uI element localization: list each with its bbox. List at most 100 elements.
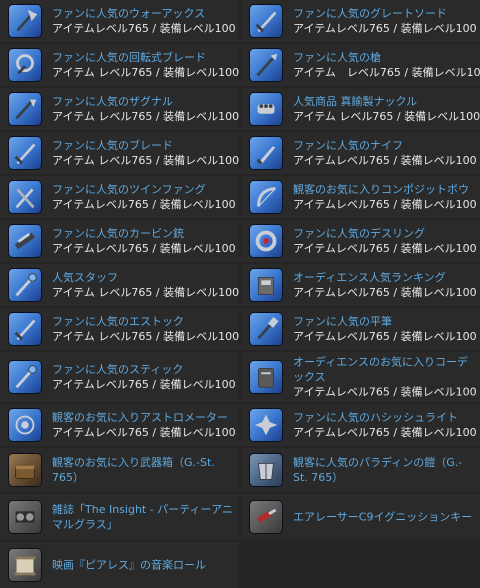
- brush-icon: [249, 312, 283, 346]
- item-text: 人気スタッフアイテム レベル765 / 装備レベル100: [52, 270, 239, 300]
- circular-blade-icon: [8, 48, 42, 82]
- item-text: ファンに人気のカービン銃 アイテムレベル765 / 装備レベル100: [52, 226, 236, 256]
- item-cell[interactable]: ファンに人気のハシッシュライトアイテムレベル765 / 装備レベル100: [241, 404, 480, 446]
- item-name: 映画『ピアレス』の音楽ロール: [52, 558, 206, 572]
- item-text: ファンに人気のグレートソードアイテムレベル765 / 装備レベル100: [293, 6, 477, 36]
- item-name: ファンに人気の平筆: [293, 315, 392, 328]
- item-level-detail: アイテム レベル765 / 装備レベル100: [293, 66, 480, 79]
- item-text: 観客に人気のパラディンの鎧（G.-St. 765）: [293, 455, 476, 485]
- item-text: 観客のお気に入り武器箱（G.-St. 765）: [52, 455, 235, 485]
- twin-fangs-icon: [8, 180, 42, 214]
- item-level-detail: アイテムレベル765 / 装備レベル100: [293, 426, 477, 439]
- item-name: ファンに人気のエストック: [52, 315, 184, 328]
- item-text: ファンに人気の槍アイテム レベル765 / 装備レベル100: [293, 50, 480, 80]
- scroll-icon: [8, 548, 42, 582]
- item-cell[interactable]: ファンに人気のナイフアイテムレベル765 / 装備レベル100: [241, 132, 480, 174]
- item-level-detail: アイテムレベル765 / 装備レベル100: [293, 198, 477, 211]
- hashish-light-icon: [249, 408, 283, 442]
- item-name: ファンに人気のハシッシュライト: [293, 411, 458, 424]
- item-cell[interactable]: 観客のお気に入り武器箱（G.-St. 765）: [0, 448, 239, 492]
- item-cell[interactable]: 映画『ピアレス』の音楽ロール: [0, 542, 239, 588]
- item-text: ファンに人気のツインファング アイテムレベル765 / 装備レベル100: [52, 182, 236, 212]
- item-name: 観客のお気に入りコンポジットボウ: [293, 183, 469, 196]
- item-cell[interactable]: エアレーサーC9イグニッションキー: [241, 494, 480, 540]
- stick-icon: [8, 360, 42, 394]
- item-level-detail: アイテムレベル765 / 装備レベル100: [52, 426, 236, 439]
- item-name: ファンに人気のカービン銃: [52, 227, 184, 240]
- audience-ranking-icon: [249, 268, 283, 302]
- item-level-detail: アイテムレベル765 / 装備レベル100: [52, 378, 236, 391]
- knuckles-icon: [249, 92, 283, 126]
- item-name: オーディエンスのお気に入りコーデックス: [293, 355, 469, 384]
- item-cell[interactable]: ファンに人気のツインファング アイテムレベル765 / 装備レベル100: [0, 176, 239, 218]
- item-cell[interactable]: 観客に人気のパラディンの鎧（G.-St. 765）: [241, 448, 480, 492]
- item-name: 雑誌「The Insight - パーティーアニマルグラス」: [52, 503, 233, 531]
- item-name: ファンに人気のブレード: [52, 139, 173, 152]
- item-grid: ファンに人気のウォーアックスアイテムレベル765 / 装備レベル100 ファンに…: [0, 0, 480, 588]
- item-cell[interactable]: 観客のお気に入りコンポジットボウ アイテムレベル765 / 装備レベル100: [241, 176, 480, 218]
- item-cell[interactable]: 人気商品 真鍮製ナックル アイテム レベル765 / 装備レベル100: [241, 88, 480, 130]
- item-cell[interactable]: 観客のお気に入りアストロメーター アイテムレベル765 / 装備レベル100: [0, 404, 239, 446]
- item-text: ファンに人気のザグナル アイテム レベル765 / 装備レベル100: [52, 94, 239, 124]
- item-level-detail: アイテム レベル765 / 装備レベル100: [52, 110, 239, 123]
- greatsword-icon: [249, 4, 283, 38]
- item-name: 観客のお気に入り武器箱（G.-St. 765）: [52, 456, 215, 484]
- item-text: ファンに人気のスティック アイテムレベル765 / 装備レベル100: [52, 362, 236, 392]
- item-cell[interactable]: オーディエンス人気ランキング アイテムレベル765 / 装備レベル100: [241, 264, 480, 306]
- item-text: ファンに人気のハシッシュライトアイテムレベル765 / 装備レベル100: [293, 410, 477, 440]
- item-name: ファンに人気のナイフ: [293, 139, 403, 152]
- item-level-detail: アイテムレベル765 / 装備レベル100: [293, 242, 477, 255]
- astrometer-icon: [8, 408, 42, 442]
- item-cell[interactable]: オーディエンスのお気に入りコーデックス アイテムレベル765 / 装備レベル100: [241, 352, 480, 402]
- item-cell[interactable]: ファンに人気のカービン銃 アイテムレベル765 / 装備レベル100: [0, 220, 239, 262]
- item-level-detail: アイテムレベル765 / 装備レベル100: [293, 154, 477, 167]
- item-cell[interactable]: ファンに人気の槍アイテム レベル765 / 装備レベル100: [241, 44, 480, 86]
- item-cell[interactable]: ファンに人気のグレートソードアイテムレベル765 / 装備レベル100: [241, 0, 480, 42]
- spear-icon: [249, 48, 283, 82]
- item-text: 映画『ピアレス』の音楽ロール: [52, 558, 235, 573]
- ignition-key-icon: [249, 500, 283, 534]
- item-text: 雑誌「The Insight - パーティーアニマルグラス」: [52, 502, 235, 532]
- item-level-detail: アイテムレベル765 / 装備レベル100: [293, 22, 477, 35]
- item-name: ファンに人気の回転式ブレード: [52, 51, 206, 64]
- item-text: エアレーサーC9イグニッションキー: [293, 510, 476, 525]
- item-text: ファンに人気のブレード アイテム レベル765 / 装備レベル100: [52, 138, 239, 168]
- item-text: ファンに人気の回転式ブレードアイテム レベル765 / 装備レベル100: [52, 50, 239, 80]
- item-name: ファンに人気のウォーアックス: [52, 7, 206, 20]
- carbine-icon: [8, 224, 42, 258]
- item-name: ファンに人気のデスリング: [293, 227, 425, 240]
- item-text: ファンに人気のナイフアイテムレベル765 / 装備レベル100: [293, 138, 477, 168]
- magazine-icon: [8, 500, 42, 534]
- item-cell[interactable]: 人気スタッフアイテム レベル765 / 装備レベル100: [0, 264, 239, 306]
- item-name: ファンに人気のグレートソード: [293, 7, 447, 20]
- item-cell[interactable]: ファンに人気の平筆 アイテムレベル765 / 装備レベル100: [241, 308, 480, 350]
- paladin-armor-icon: [249, 453, 283, 487]
- war-axe-icon: [8, 4, 42, 38]
- item-cell[interactable]: ファンに人気のデスリングアイテムレベル765 / 装備レベル100: [241, 220, 480, 262]
- item-level-detail: アイテムレベル765 / 装備レベル100: [293, 286, 477, 299]
- item-cell[interactable]: ファンに人気のウォーアックスアイテムレベル765 / 装備レベル100: [0, 0, 239, 42]
- item-text: 観客のお気に入りコンポジットボウ アイテムレベル765 / 装備レベル100: [293, 182, 477, 212]
- item-level-detail: アイテムレベル765 / 装備レベル100: [293, 385, 477, 399]
- item-level-detail: アイテム レベル765 / 装備レベル100: [52, 286, 239, 299]
- item-name: 人気スタッフ: [52, 271, 118, 284]
- item-cell[interactable]: ファンに人気のブレード アイテム レベル765 / 装備レベル100: [0, 132, 239, 174]
- item-text: オーディエンスのお気に入りコーデックス アイテムレベル765 / 装備レベル100: [293, 355, 477, 400]
- item-level-detail: アイテム レベル765 / 装備レベル100: [52, 330, 239, 343]
- item-cell[interactable]: ファンに人気のエストックアイテム レベル765 / 装備レベル100: [0, 308, 239, 350]
- item-text: オーディエンス人気ランキング アイテムレベル765 / 装備レベル100: [293, 270, 477, 300]
- item-level-detail: アイテム レベル765 / 装備レベル100: [52, 66, 239, 79]
- item-cell[interactable]: ファンに人気のスティック アイテムレベル765 / 装備レベル100: [0, 352, 239, 402]
- item-name: ファンに人気の槍: [293, 51, 381, 64]
- item-cell[interactable]: ファンに人気のザグナル アイテム レベル765 / 装備レベル100: [0, 88, 239, 130]
- zaghnal-icon: [8, 92, 42, 126]
- item-text: ファンに人気の平筆 アイテムレベル765 / 装備レベル100: [293, 314, 477, 344]
- item-name: 人気商品 真鍮製ナックル: [293, 95, 418, 108]
- item-cell[interactable]: ファンに人気の回転式ブレードアイテム レベル765 / 装備レベル100: [0, 44, 239, 86]
- item-text: 人気商品 真鍮製ナックル アイテム レベル765 / 装備レベル100: [293, 94, 480, 124]
- staff-icon: [8, 268, 42, 302]
- item-level-detail: アイテムレベル765 / 装備レベル100: [52, 22, 236, 35]
- composite-bow-icon: [249, 180, 283, 214]
- item-cell[interactable]: 雑誌「The Insight - パーティーアニマルグラス」: [0, 494, 239, 540]
- item-text: ファンに人気のウォーアックスアイテムレベル765 / 装備レベル100: [52, 6, 236, 36]
